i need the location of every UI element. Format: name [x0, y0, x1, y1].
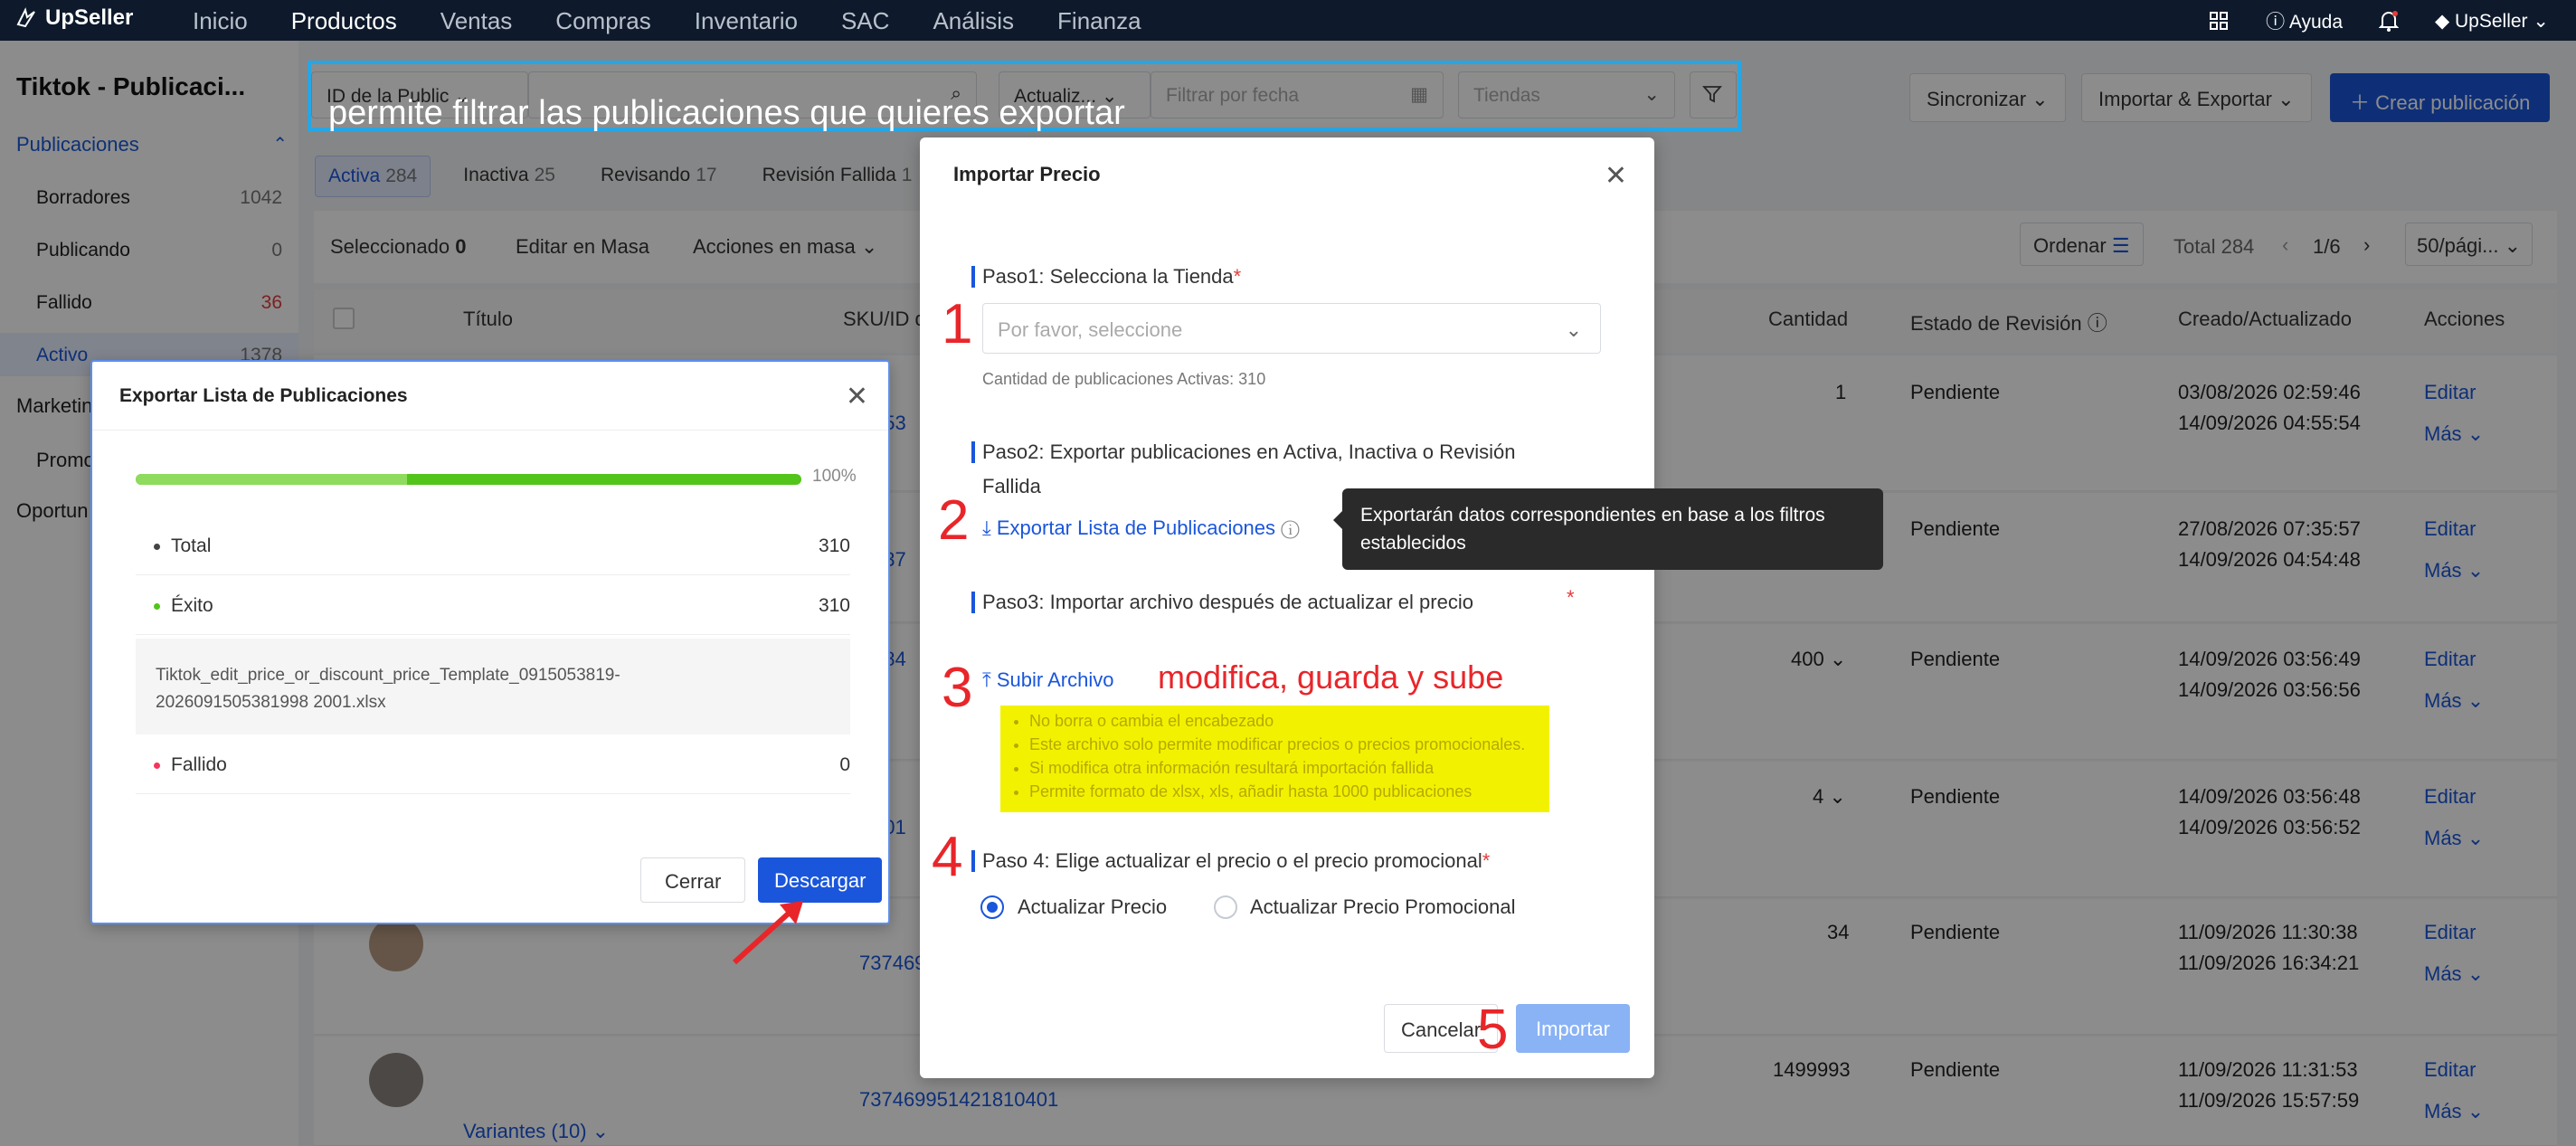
success-label-text: Éxito: [171, 595, 213, 616]
required-marker: *: [1233, 265, 1242, 288]
apps-grid-icon[interactable]: [2208, 10, 2230, 32]
note-item: Este archivo solo permite modificar prec…: [1029, 733, 1549, 756]
total-label: Total: [154, 535, 211, 557]
bullet-dot: [154, 543, 160, 550]
tooltip-arrow: [1333, 511, 1342, 529]
upload-file-label: Subir Archivo: [996, 668, 1114, 691]
progress-highlight: [136, 474, 407, 485]
store-select[interactable]: Por favor, seleccione ⌄: [982, 303, 1601, 354]
account-menu[interactable]: ◆ UpSeller ⌄: [2435, 10, 2549, 33]
upload-icon: ⤒: [982, 668, 991, 691]
step-indicator: [971, 850, 975, 872]
import-button[interactable]: Importar: [1516, 1004, 1630, 1053]
modal-title: Importar Precio: [953, 163, 1101, 185]
top-navigation-bar: UpSeller Inicio Productos Ventas Compras…: [0, 0, 2576, 41]
total-row: Total 310: [136, 516, 850, 575]
bullet-dot: [154, 762, 160, 769]
chevron-down-icon: ⌄: [2533, 10, 2549, 32]
step4-label: Paso 4: Elige actualizar el precio o el …: [982, 849, 1490, 873]
arrow-annotation-icon: [732, 901, 803, 965]
step3-label: Paso3: Importar archivo después de actua…: [982, 591, 1473, 613]
step2-label-line1: Paso2: Exportar publicaciones en Activa,…: [982, 440, 1516, 463]
nav-sac[interactable]: SAC: [841, 7, 889, 35]
upload-annotation: modifica, guarda y sube: [1158, 658, 1504, 696]
help-icon: ⓘ: [2266, 12, 2286, 33]
import-price-modal: Importar Precio ✕ Paso1: Selecciona la T…: [920, 137, 1654, 1078]
upseller-logo[interactable]: UpSeller: [14, 5, 133, 31]
account-label: UpSeller: [2455, 10, 2528, 32]
bell-icon[interactable]: [2379, 10, 2399, 32]
export-list-label: Exportar Lista de Publicaciones: [996, 516, 1276, 539]
nav-inicio[interactable]: Inicio: [193, 7, 248, 35]
nav-productos[interactable]: Productos: [291, 7, 397, 35]
download-icon: ⤓: [982, 516, 991, 539]
nav-ventas[interactable]: Ventas: [440, 7, 513, 35]
store-select-placeholder: Por favor, seleccione: [998, 318, 1183, 341]
help-link[interactable]: ⓘ Ayuda: [2266, 7, 2343, 34]
note-item: Si modifica otra información resultará i…: [1029, 756, 1549, 780]
total-label-text: Total: [171, 535, 212, 556]
top-right-actions: ⓘ Ayuda ◆ UpSeller ⌄: [2208, 7, 2549, 34]
active-count-hint: Cantidad de publicaciones Activas: 310: [982, 370, 1266, 388]
upseller-logo-icon: [16, 7, 35, 28]
step4-text: Paso 4: Elige actualizar el precio o el …: [982, 849, 1482, 872]
filename-line: Tiktok_edit_price_or_discount_price_Temp…: [156, 666, 620, 685]
option-update-price-label[interactable]: Actualizar Precio: [1018, 895, 1167, 919]
help-label: Ayuda: [2288, 12, 2343, 33]
nav-analisis[interactable]: Análisis: [933, 7, 1014, 35]
success-value: 310: [818, 595, 850, 616]
success-label: Éxito: [154, 595, 213, 617]
note-item: Permite formato de xlsx, xls, añadir has…: [1029, 780, 1549, 803]
help-icon[interactable]: ⓘ: [1281, 516, 1300, 539]
step-marker-1: 1: [942, 293, 973, 355]
radio-update-price[interactable]: [980, 895, 1004, 919]
step-indicator: [971, 441, 975, 463]
chevron-down-icon: ⌄: [1565, 318, 1582, 341]
progress-percent: 100%: [812, 467, 857, 486]
step1-text: Paso1: Selecciona la Tienda: [982, 265, 1234, 288]
filter-annotation-overlay: permite filtrar las publicaciones que qu…: [328, 94, 1125, 132]
radio-update-promo-price[interactable]: [1214, 895, 1237, 919]
upload-notes: No borra o cambia el encabezado Este arc…: [1000, 706, 1549, 812]
nav-compras[interactable]: Compras: [555, 7, 650, 35]
step-marker-2: 2: [938, 489, 970, 552]
export-modal-title: Exportar Lista de Publicaciones: [119, 385, 408, 406]
step-indicator: [971, 266, 975, 288]
main-nav: Inicio Productos Ventas Compras Inventar…: [193, 7, 1185, 35]
option-update-promo-price-label[interactable]: Actualizar Precio Promocional: [1250, 895, 1515, 919]
export-tooltip: Exportarán datos correspondientes en bas…: [1342, 488, 1883, 570]
diamond-icon: ◆: [2435, 10, 2450, 32]
upload-file-link[interactable]: ⤒ Subir Archivo: [982, 668, 1113, 692]
export-list-modal: Exportar Lista de Publicaciones ✕ 100% T…: [90, 360, 890, 924]
export-list-link[interactable]: ⤓ Exportar Lista de Publicaciones ⓘ: [982, 516, 1300, 540]
success-row: Éxito 310: [136, 575, 850, 635]
close-icon[interactable]: ✕: [846, 384, 868, 411]
filename-line: 2026091505381998 2001.xlsx: [156, 693, 386, 712]
bullet-dot: [154, 602, 160, 610]
step-marker-4: 4: [932, 826, 963, 888]
failed-label: Fallido: [154, 754, 227, 776]
step-marker-5: 5: [1477, 999, 1509, 1061]
export-progress-bar: [136, 474, 801, 485]
required-marker: *: [1567, 586, 1575, 609]
failed-value: 0: [839, 754, 850, 775]
exported-file-name[interactable]: Tiktok_edit_price_or_discount_price_Temp…: [136, 639, 850, 734]
divider: [92, 430, 888, 431]
step2-label-line2: Fallida: [982, 475, 1041, 497]
step1-label: Paso1: Selecciona la Tienda*: [982, 265, 1241, 289]
step-indicator: [971, 592, 975, 613]
required-marker: *: [1482, 849, 1491, 872]
step-marker-3: 3: [942, 657, 973, 719]
nav-inventario[interactable]: Inventario: [695, 7, 798, 35]
download-button[interactable]: Descargar: [758, 857, 883, 903]
failed-row: Fallido 0: [136, 734, 850, 794]
failed-label-text: Fallido: [171, 754, 227, 775]
close-icon[interactable]: ✕: [1605, 163, 1627, 190]
logo-text: UpSeller: [45, 5, 134, 30]
note-item: No borra o cambia el encabezado: [1029, 709, 1549, 733]
total-value: 310: [818, 535, 850, 556]
close-button[interactable]: Cerrar: [640, 857, 746, 903]
nav-finanza[interactable]: Finanza: [1057, 7, 1141, 35]
